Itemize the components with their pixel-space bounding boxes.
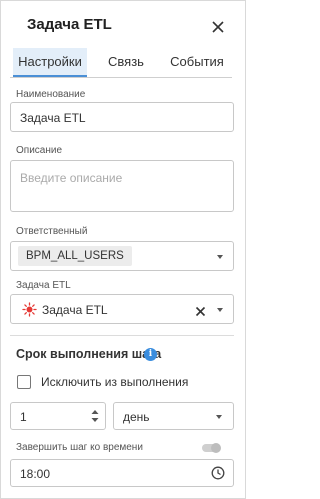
chevron-down-icon: [216, 415, 222, 419]
chevron-down-icon: [217, 255, 223, 259]
name-value: Задача ETL: [20, 111, 86, 125]
stepper-arrows-icon[interactable]: [91, 409, 99, 428]
tab-bar: Настройки Связь События: [10, 48, 232, 78]
clear-icon[interactable]: [195, 304, 206, 322]
name-field[interactable]: Задача ETL: [10, 102, 234, 132]
duration-unit-select[interactable]: день: [113, 402, 234, 430]
description-field[interactable]: Введите описание: [10, 160, 234, 212]
name-label: Наименование: [16, 89, 86, 100]
tab-link[interactable]: Связь: [96, 48, 156, 76]
responsible-label: Ответственный: [16, 226, 88, 237]
finish-by-time-label: Завершить шаг ко времени: [16, 442, 143, 453]
time-value: 18:00: [20, 467, 51, 481]
duration-amount-stepper[interactable]: 1: [10, 402, 106, 430]
duration-unit-value: день: [123, 410, 150, 424]
etl-task-icon: [22, 302, 37, 322]
deadline-section-title: Срок выполнения шага: [16, 347, 162, 361]
responsible-chip: BPM_ALL_USERS: [18, 246, 132, 266]
clock-icon[interactable]: [211, 466, 225, 485]
description-placeholder: Введите описание: [20, 171, 123, 185]
responsible-select[interactable]: BPM_ALL_USERS: [10, 241, 234, 271]
exclude-checkbox-label: Исключить из выполнения: [41, 375, 189, 389]
tab-settings[interactable]: Настройки: [13, 48, 87, 77]
description-label: Описание: [16, 145, 63, 156]
time-field[interactable]: 18:00: [10, 459, 234, 487]
tab-events[interactable]: События: [164, 48, 230, 76]
duration-amount-value: 1: [20, 410, 27, 424]
etl-task-select[interactable]: Задача ETL: [10, 294, 234, 324]
panel-title: Задача ETL: [27, 16, 112, 33]
exclude-checkbox[interactable]: [17, 375, 31, 389]
close-icon[interactable]: [209, 18, 227, 36]
etl-task-label: Задача ETL: [16, 280, 71, 291]
info-icon[interactable]: i: [144, 348, 157, 361]
finish-by-time-toggle[interactable]: [202, 443, 221, 453]
toggle-knob: [211, 443, 221, 453]
etl-task-panel: Задача ETL Настройки Связь События Наиме…: [0, 0, 246, 499]
etl-task-value: Задача ETL: [42, 303, 108, 317]
divider: [10, 335, 234, 336]
chevron-down-icon: [217, 308, 223, 312]
panel-header: Задача ETL: [1, 1, 245, 49]
